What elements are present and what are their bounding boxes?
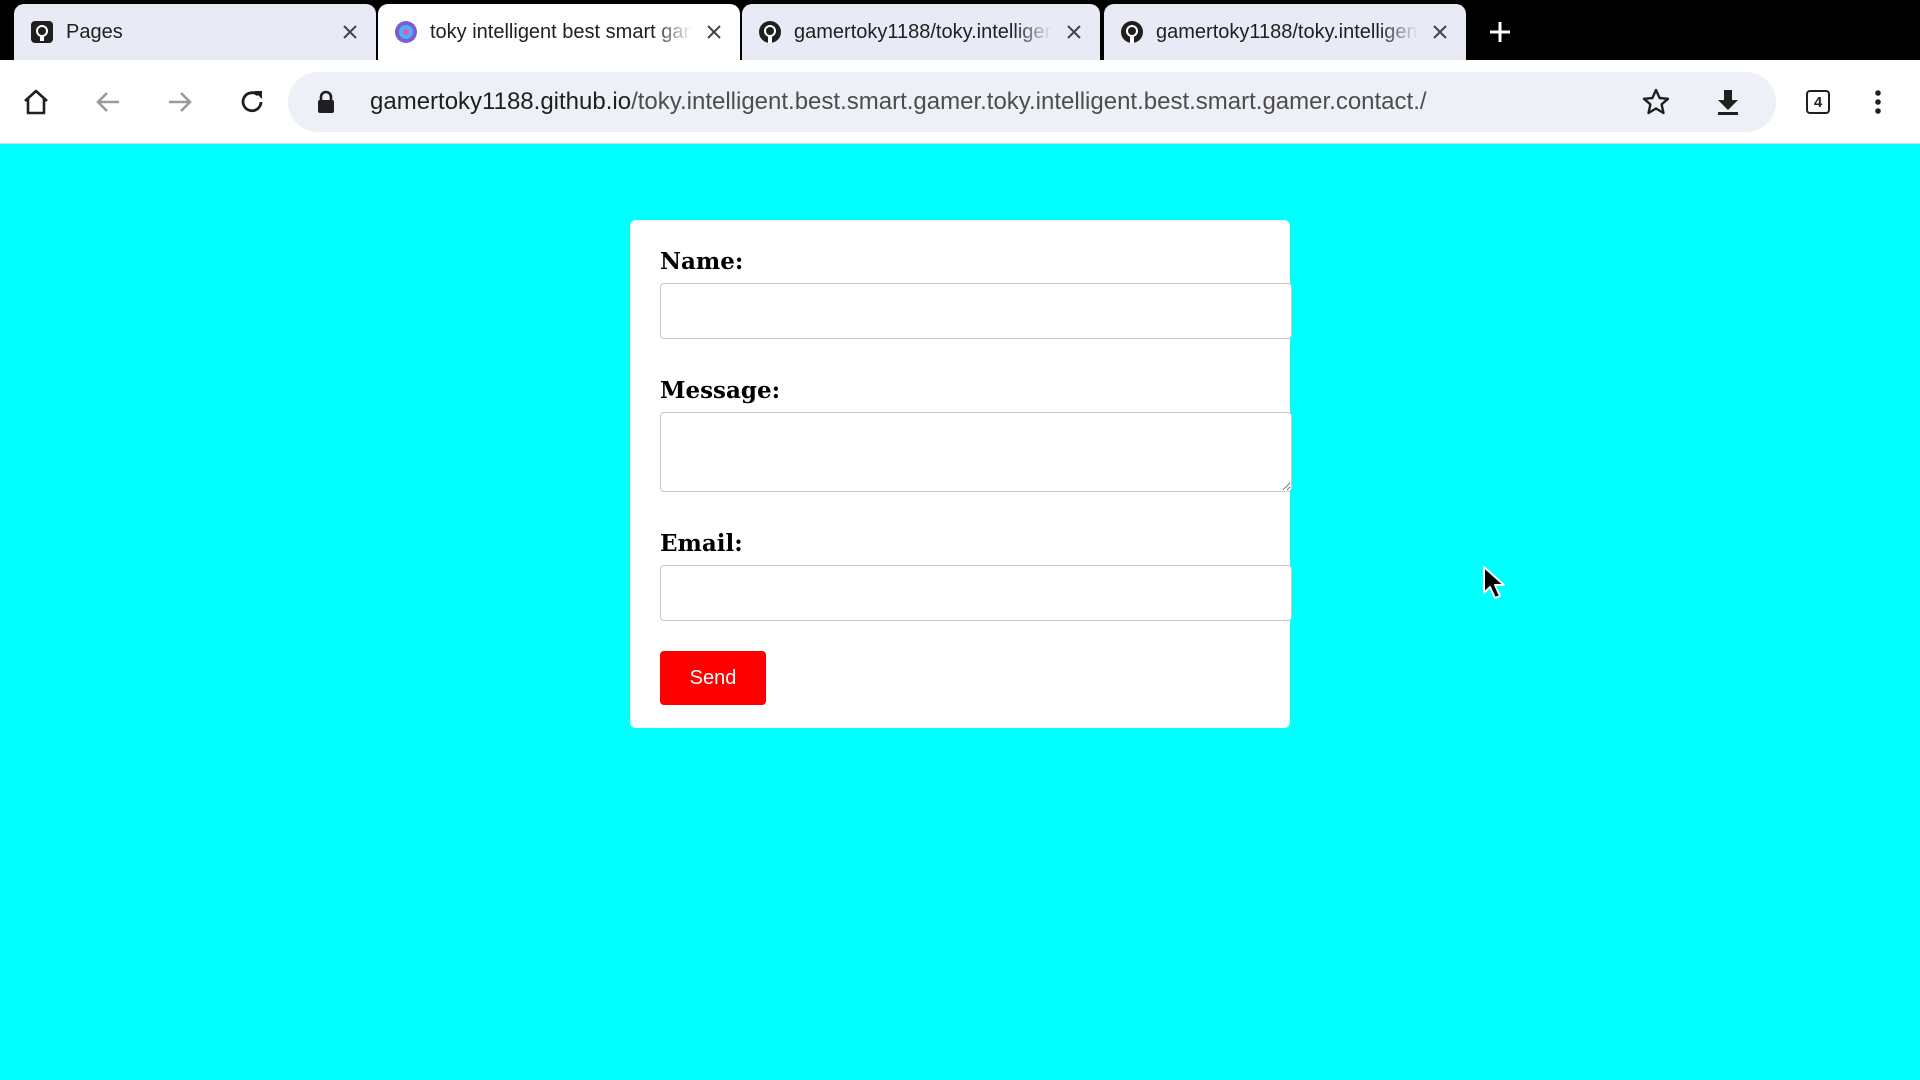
close-icon[interactable] xyxy=(702,20,726,44)
github-icon xyxy=(30,20,54,44)
forward-button[interactable] xyxy=(156,78,204,126)
tab-switcher-button[interactable]: 4 xyxy=(1794,78,1842,126)
mouse-pointer-icon xyxy=(1482,565,1508,606)
tab-title: gamertoky1188/toky.intelligent xyxy=(794,20,1052,43)
lock-icon xyxy=(312,88,340,116)
download-icon xyxy=(1718,90,1738,115)
github-icon xyxy=(1120,20,1144,44)
message-textarea[interactable] xyxy=(660,412,1292,492)
tab-title: toky intelligent best smart gamer xyxy=(430,20,692,43)
home-button[interactable] xyxy=(12,78,60,126)
address-bar[interactable]: gamertoky1188.github.io/toky.intelligent… xyxy=(288,72,1776,132)
site-avatar-icon xyxy=(394,20,418,44)
tab-contact-page[interactable]: toky intelligent best smart gamer xyxy=(378,4,740,60)
download-button[interactable] xyxy=(1704,78,1752,126)
plus-icon xyxy=(1490,22,1510,42)
tab-title: Pages xyxy=(66,20,123,43)
contact-form-card: Name: Message: Email: Send xyxy=(630,220,1292,728)
star-icon xyxy=(1642,88,1670,115)
home-icon xyxy=(24,89,48,115)
tab-github-repo-1[interactable]: gamertoky1188/toky.intelligent xyxy=(742,4,1100,60)
tab-count-badge: 4 xyxy=(1806,90,1830,114)
github-icon xyxy=(758,20,782,44)
reload-icon xyxy=(241,91,263,113)
url-text: gamertoky1188.github.io/toky.intelligent… xyxy=(370,88,1427,116)
message-label: Message: xyxy=(660,377,781,404)
reload-button[interactable] xyxy=(228,78,276,126)
close-icon[interactable] xyxy=(338,20,362,44)
name-input[interactable] xyxy=(660,283,1292,339)
new-tab-button[interactable] xyxy=(1484,16,1516,48)
bookmark-button[interactable] xyxy=(1632,78,1680,126)
tab-pages[interactable]: Pages xyxy=(14,4,376,60)
close-icon[interactable] xyxy=(1062,20,1086,44)
close-icon[interactable] xyxy=(1428,20,1452,44)
back-button[interactable] xyxy=(84,78,132,126)
browser-toolbar: gamertoky1188.github.io/toky.intelligent… xyxy=(0,60,1920,144)
tab-title: gamertoky1188/toky.intelligent xyxy=(1156,20,1418,43)
email-label: Email: xyxy=(660,530,743,557)
forward-arrow-icon xyxy=(169,92,192,112)
url-path: /toky.intelligent.best.smart.gamer.toky.… xyxy=(631,88,1427,115)
send-button[interactable]: Send xyxy=(660,651,766,705)
more-vertical-icon xyxy=(1875,90,1881,114)
menu-button[interactable] xyxy=(1854,78,1902,126)
back-arrow-icon xyxy=(96,92,119,112)
url-host: gamertoky1188.github.io xyxy=(370,88,632,115)
name-label: Name: xyxy=(660,248,744,275)
tab-github-repo-2[interactable]: gamertoky1188/toky.intelligent xyxy=(1104,4,1466,60)
tab-strip: Pages toky intelligent best smart gamer … xyxy=(0,0,1920,60)
email-input[interactable] xyxy=(660,565,1292,621)
